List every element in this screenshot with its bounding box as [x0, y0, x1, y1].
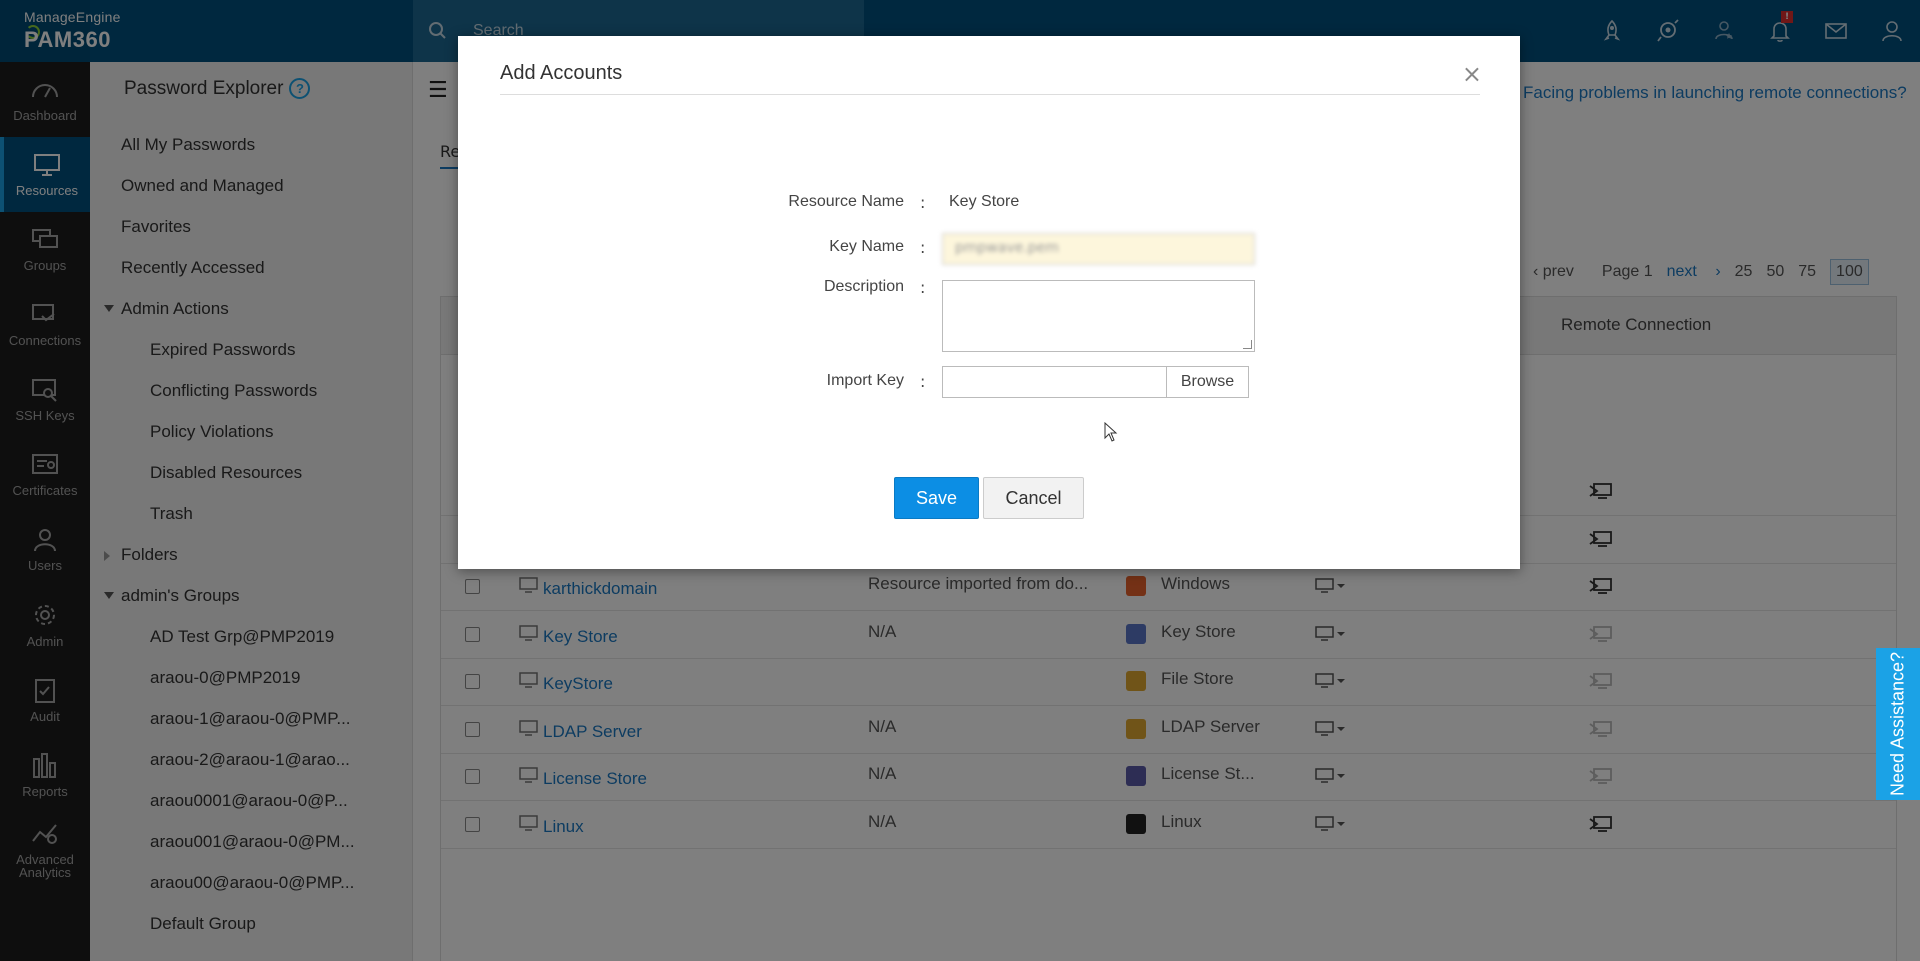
colon: :	[920, 193, 926, 212]
cancel-button[interactable]: Cancel	[983, 477, 1084, 519]
import-key-label: Import Key	[826, 372, 904, 389]
colon: :	[920, 278, 926, 297]
description-label: Description	[823, 278, 904, 295]
dialog-title: Add Accounts	[500, 62, 623, 84]
import-key-file-input[interactable]	[942, 366, 1167, 398]
key-name-field[interactable]: pmpwave.pem	[942, 233, 1255, 265]
description-textarea[interactable]	[942, 280, 1255, 352]
save-button[interactable]: Save	[894, 477, 979, 519]
need-assistance-tab[interactable]: Need Assistance?	[1876, 648, 1920, 800]
resource-name-label: Resource Name	[788, 193, 904, 210]
colon: :	[920, 238, 926, 257]
colon: :	[920, 372, 926, 391]
resource-name-value: Key Store	[949, 193, 1020, 210]
close-icon[interactable]: ×	[1462, 60, 1482, 88]
add-accounts-dialog: Add Accounts × Resource Name : Key Store…	[458, 36, 1520, 569]
need-assistance-label: Need Assistance?	[1887, 651, 1908, 797]
divider	[500, 94, 1480, 95]
mouse-pointer-icon	[1104, 422, 1118, 442]
key-name-label: Key Name	[829, 238, 904, 255]
browse-button[interactable]: Browse	[1166, 366, 1249, 398]
